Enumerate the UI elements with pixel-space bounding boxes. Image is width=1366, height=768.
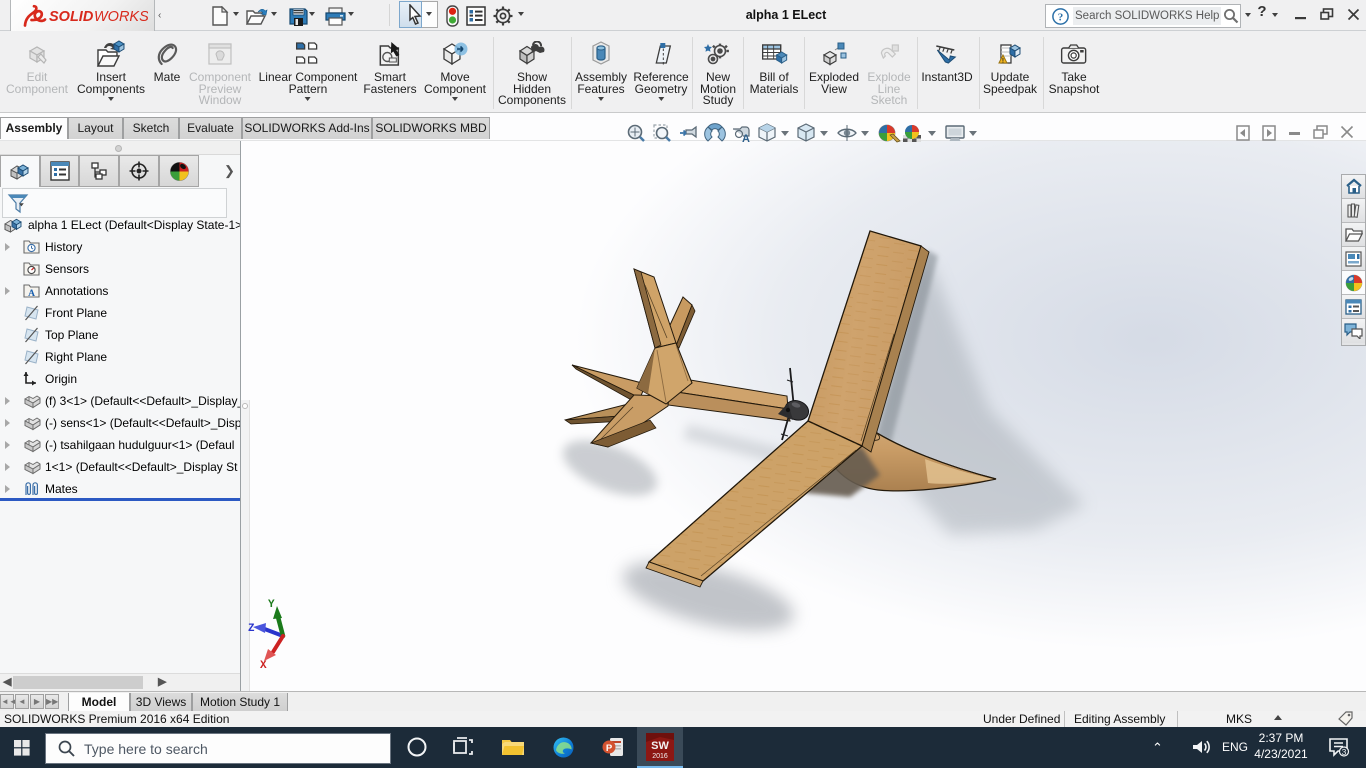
svg-text:2016: 2016: [652, 753, 668, 760]
svg-text:Y: Y: [268, 599, 275, 611]
svg-text:X: X: [260, 660, 267, 672]
svg-text:Z: Z: [248, 623, 255, 635]
svg-text:WORKS: WORKS: [94, 9, 148, 25]
svg-text:P: P: [606, 743, 613, 754]
svg-text:SW: SW: [651, 740, 669, 752]
svg-text:SOLID: SOLID: [49, 9, 94, 25]
svg-text:3: 3: [1342, 747, 1347, 757]
svg-text:?: ?: [1058, 11, 1064, 23]
svg-text:!: !: [1002, 58, 1004, 65]
